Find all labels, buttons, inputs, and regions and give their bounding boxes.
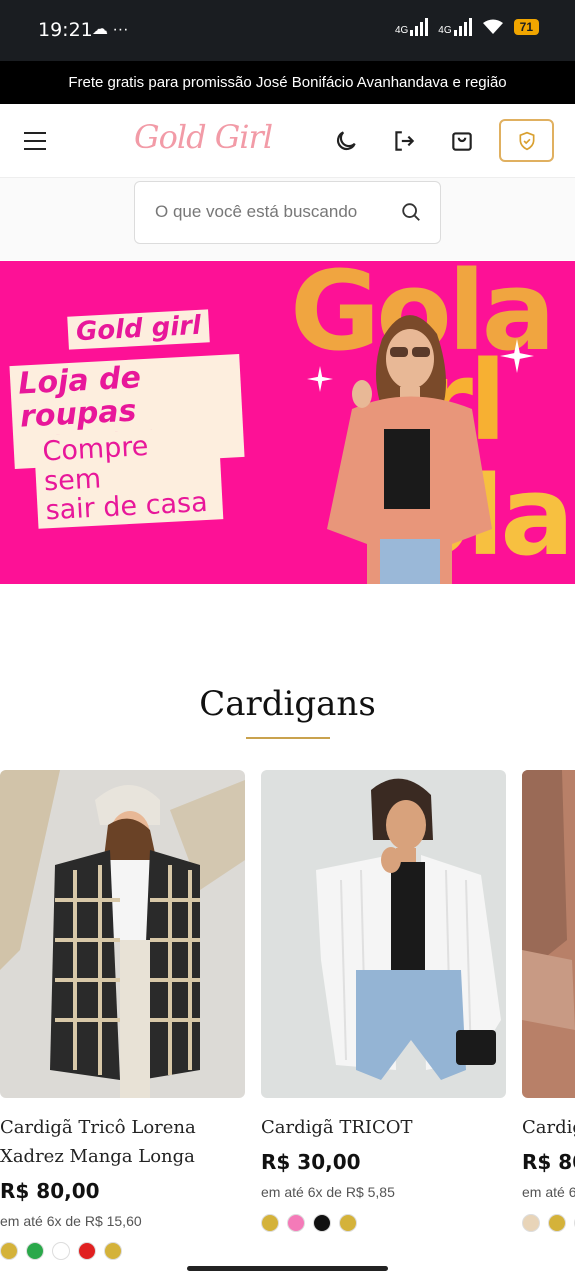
login-icon[interactable] — [391, 128, 417, 154]
color-swatch[interactable] — [339, 1214, 357, 1232]
logo[interactable]: Gold Girl — [134, 118, 273, 156]
product-name[interactable]: Cardig — [522, 1113, 575, 1142]
section-title: Cardigans — [199, 684, 376, 724]
product-price: R$ 80,00 — [0, 1179, 100, 1203]
status-right-icons: 4G 4G 71 — [395, 18, 539, 36]
signal-icon — [453, 18, 472, 36]
color-swatch[interactable] — [548, 1214, 566, 1232]
color-swatch[interactable] — [313, 1214, 331, 1232]
color-swatch[interactable] — [52, 1242, 70, 1260]
product-installments: em até 6x de R$ 5,85 — [261, 1184, 395, 1200]
color-swatch[interactable] — [78, 1242, 96, 1260]
sparkle-icon — [500, 339, 534, 373]
product-card[interactable]: Cardig R$ 80 em até 6 — [522, 770, 575, 1270]
color-swatches — [522, 1214, 575, 1232]
color-swatches — [261, 1214, 357, 1232]
search-input[interactable] — [155, 202, 365, 222]
product-installments: em até 6x de R$ 15,60 — [0, 1213, 142, 1229]
security-button[interactable] — [499, 119, 554, 162]
color-swatch[interactable] — [261, 1214, 279, 1232]
product-name[interactable]: Cardigã TRICOT — [261, 1113, 506, 1142]
banner-label-line: Loja de roupas — [17, 360, 142, 435]
banner-label-line: Compre sem — [41, 430, 150, 498]
battery-indicator: 71 — [513, 19, 539, 35]
product-image[interactable] — [0, 770, 245, 1098]
product-installments: em até 6 — [522, 1184, 575, 1200]
product-image[interactable] — [261, 770, 506, 1098]
product-price: R$ 30,00 — [261, 1150, 361, 1174]
color-swatch[interactable] — [104, 1242, 122, 1260]
model-image — [327, 315, 492, 584]
product-image[interactable] — [522, 770, 575, 1098]
shield-icon — [519, 131, 534, 150]
banner-label-line: sair de casa — [44, 487, 209, 527]
wifi-icon — [482, 19, 503, 34]
color-swatches — [0, 1242, 122, 1260]
status-time: 19:21 — [38, 19, 93, 41]
cart-icon[interactable] — [449, 128, 475, 154]
menu-icon[interactable] — [24, 132, 46, 150]
network-label: 4G — [438, 25, 452, 36]
search-box — [134, 181, 441, 244]
home-indicator[interactable] — [187, 1266, 388, 1271]
search-area — [0, 178, 575, 260]
network-label: 4G — [394, 25, 409, 36]
status-notification-icons: ☁ ··· — [92, 21, 129, 38]
signal-icon — [410, 18, 429, 36]
color-swatch[interactable] — [26, 1242, 44, 1260]
promo-bar: Frete gratis para promissão José Bonifác… — [0, 61, 575, 104]
product-name[interactable]: Cardigã Tricô Lorena Xadrez Manga Longa — [0, 1113, 245, 1171]
title-underline — [246, 737, 330, 739]
status-bar: 19:21 ☁ ··· 4G 4G 71 — [0, 0, 575, 61]
search-icon[interactable] — [400, 201, 422, 223]
site-header: Gold Girl — [0, 104, 575, 178]
color-swatch[interactable] — [287, 1214, 305, 1232]
hero-banner[interactable]: Gola irl ola Gold girl Loja de roupas fe… — [0, 261, 575, 584]
color-swatch[interactable] — [522, 1214, 540, 1232]
color-swatch[interactable] — [0, 1242, 18, 1260]
dark-mode-icon[interactable] — [333, 128, 359, 154]
banner-label: Compre sem sair de casa — [33, 426, 224, 529]
banner-label: Gold girl — [67, 309, 210, 350]
product-price: R$ 80 — [522, 1150, 575, 1174]
